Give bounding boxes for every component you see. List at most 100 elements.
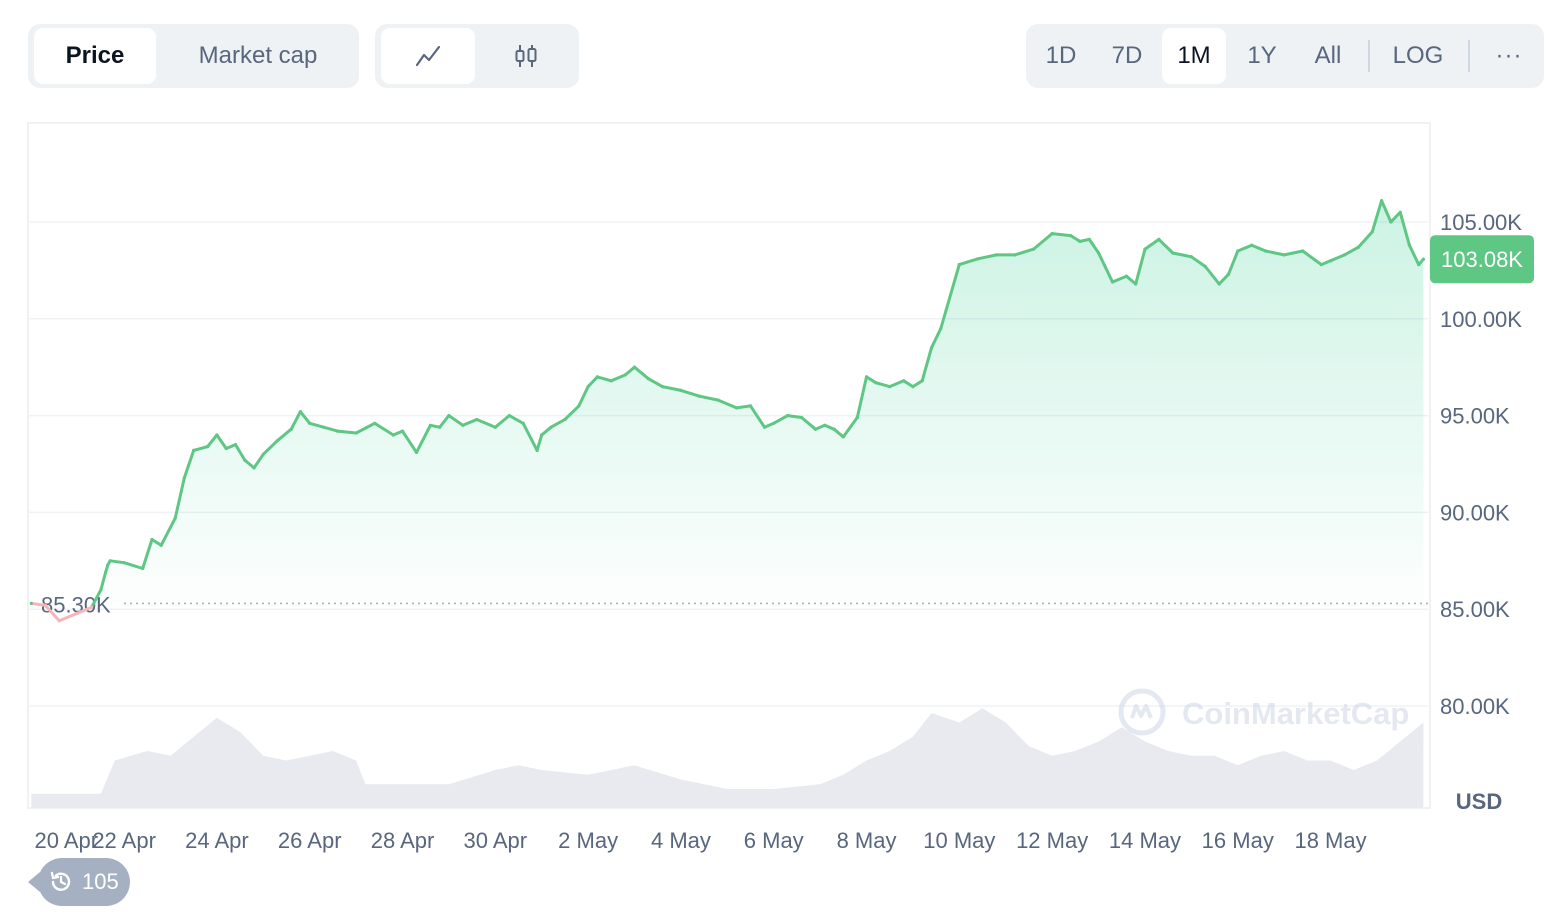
price-point (1189, 255, 1193, 259)
x-tick-label: 30 Apr (464, 828, 528, 853)
price-point (623, 373, 627, 377)
price-point (535, 448, 539, 452)
watermark: CoinMarketCap (1118, 688, 1409, 736)
price-point (507, 414, 511, 418)
price-point (1157, 237, 1161, 241)
price-point (939, 326, 943, 331)
price-point (800, 415, 804, 420)
price-point (1342, 253, 1347, 257)
price-point (1032, 247, 1036, 251)
price-point (400, 429, 405, 433)
price-point (1250, 243, 1254, 247)
history-count: 105 (82, 869, 119, 894)
x-tick-label: 20 Apr (35, 828, 99, 853)
x-tick-label: 12 May (1016, 828, 1088, 853)
price-point (976, 257, 980, 261)
price-line-segment (336, 429, 358, 435)
x-tick-label: 4 May (651, 828, 711, 853)
price-point (336, 429, 340, 433)
price-point (354, 431, 358, 435)
price-point (1301, 249, 1305, 253)
price-point (902, 379, 906, 383)
price-point (1087, 237, 1091, 241)
history-badge[interactable]: 105 (28, 858, 130, 906)
price-point (150, 537, 154, 542)
price-point (182, 476, 186, 480)
watermark-text: CoinMarketCap (1182, 696, 1409, 731)
price-point (493, 425, 497, 429)
price-point (414, 450, 419, 454)
price-point (540, 433, 544, 437)
y-tick-label: 105.00K (1440, 210, 1522, 235)
price-point (243, 458, 247, 462)
x-tick-label: 22 Apr (92, 828, 156, 853)
x-tick-label: 8 May (837, 828, 897, 853)
price-point (911, 385, 915, 389)
price-point (104, 570, 108, 575)
price-point (1389, 220, 1393, 224)
price-point (823, 423, 827, 427)
price-point (475, 417, 479, 422)
price-point (173, 516, 177, 520)
price-point (697, 394, 702, 398)
price-point (855, 415, 859, 420)
price-point (224, 446, 228, 451)
price-point (76, 611, 80, 615)
price-point (1398, 210, 1402, 214)
price-point (391, 433, 395, 437)
price-point (1078, 239, 1082, 243)
x-tick-label: 2 May (558, 828, 618, 853)
price-point (1226, 272, 1231, 276)
price-point (122, 561, 126, 565)
price-point (215, 433, 219, 437)
x-tick-label: 10 May (923, 828, 995, 853)
price-point (1134, 282, 1138, 286)
price-line-segment (786, 414, 804, 419)
price-point (57, 619, 61, 623)
coinmarketcap-logo-icon (1118, 688, 1166, 736)
price-point (716, 398, 720, 402)
x-tick-label: 6 May (744, 828, 804, 853)
price-point (159, 543, 163, 547)
price-point (595, 375, 600, 379)
x-tick-label: 28 Apr (371, 828, 435, 853)
price-point (192, 448, 196, 452)
price-point (252, 466, 256, 470)
price-point (373, 421, 377, 425)
price-point (660, 385, 665, 389)
y-tick-label: 85.00K (1440, 597, 1510, 622)
price-point (1069, 234, 1073, 238)
price-point (832, 427, 836, 431)
price-point (813, 427, 818, 431)
price-point (29, 601, 33, 606)
price-point (322, 425, 326, 429)
price-point (521, 421, 525, 425)
price-point (1124, 274, 1128, 278)
price-point (679, 388, 683, 392)
price-point (261, 452, 265, 456)
y-tick-label: 100.00K (1440, 307, 1522, 332)
price-point (1143, 247, 1147, 251)
price-point (1356, 245, 1360, 249)
price-point (99, 588, 103, 592)
price-point (735, 406, 739, 410)
price-point (577, 404, 581, 408)
price-point (461, 423, 465, 427)
price-point (1203, 264, 1207, 269)
currency-label: USD (1456, 789, 1502, 814)
price-point (1050, 232, 1054, 236)
price-line-segment (29, 601, 47, 607)
x-tick-label: 16 May (1202, 828, 1274, 853)
price-point (994, 253, 999, 257)
price-point (90, 605, 94, 609)
x-tick-label: 24 Apr (185, 828, 249, 853)
price-point (1097, 251, 1101, 255)
price-point (298, 410, 302, 414)
price-point (1217, 282, 1221, 286)
price-point (1282, 253, 1286, 257)
price-point (586, 385, 590, 389)
price-chart[interactable]: 85.30K 105.00K100.00K95.00K90.00K85.00K8… (0, 0, 1562, 916)
price-point (1013, 253, 1017, 257)
price-point (957, 263, 961, 267)
price-point (1110, 280, 1115, 284)
